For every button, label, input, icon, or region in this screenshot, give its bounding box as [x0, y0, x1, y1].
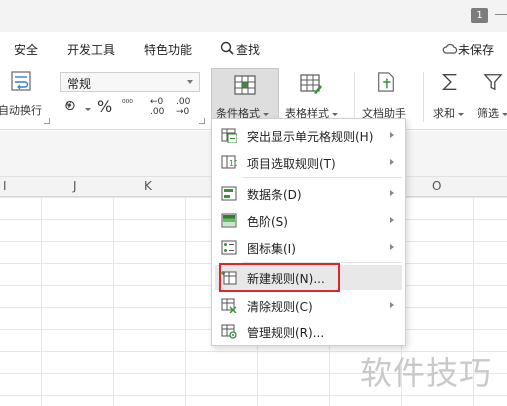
conditional-format-menu: 突出显示单元格规则(H) 10 项目选取规则(T) 数据条(D) 色阶(S) 图… [211, 118, 406, 346]
filter-icon[interactable] [482, 72, 504, 92]
column-header-k[interactable]: K [144, 179, 152, 193]
chevron-down-icon [187, 80, 193, 84]
submenu-arrow-icon [390, 190, 394, 196]
column-header-i[interactable]: I [3, 179, 7, 193]
table-style-icon[interactable] [300, 74, 322, 94]
wrap-text-label[interactable]: 自动换行 [0, 102, 42, 118]
menu-item-color-scale[interactable]: 色阶(S) [215, 208, 402, 233]
submenu-arrow-icon [390, 244, 394, 250]
cloud-icon[interactable] [442, 43, 458, 54]
menu-separator [242, 177, 402, 178]
wrap-text-icon[interactable] [6, 70, 34, 94]
document-assistant-icon[interactable] [375, 72, 397, 92]
number-launcher-icon[interactable] [199, 118, 205, 124]
menu-item-top-bottom-rules[interactable]: 10 项目选取规则(T) [215, 150, 402, 175]
ribbon-divider [354, 72, 355, 122]
column-header-j[interactable]: J [73, 179, 77, 193]
thousands-button[interactable]: ⁰⁰⁰ [122, 99, 133, 109]
menu-item-manage-rules[interactable]: 管理规则(R)... [215, 319, 402, 344]
sum-icon[interactable] [439, 72, 461, 92]
clear-rules-icon [221, 298, 237, 313]
data-bars-icon [221, 186, 237, 201]
conditional-format-icon [234, 75, 256, 95]
number-format-select[interactable]: 常规 [60, 72, 200, 92]
watermark-text: 软件技巧 [360, 354, 493, 392]
menu-bar: 安全 开发工具 特色功能 查找 未保存 [0, 32, 507, 64]
tab-find[interactable]: 查找 [236, 41, 260, 58]
menu-item-clear-rules[interactable]: 清除规则(C) [215, 293, 402, 318]
alignment-launcher-icon[interactable] [44, 118, 50, 124]
ribbon-divider [423, 72, 424, 122]
color-scale-icon [221, 213, 237, 228]
submenu-arrow-icon [390, 132, 394, 138]
highlight-cells-icon [221, 128, 237, 143]
currency-dropdown-icon [82, 102, 91, 116]
tab-security[interactable]: 安全 [14, 41, 38, 58]
column-header-o[interactable]: O [432, 179, 441, 193]
window-count-badge[interactable]: 1 [471, 8, 488, 23]
increase-decimal-button[interactable]: ←0 .00 [150, 97, 174, 117]
tab-developer-tools[interactable]: 开发工具 [67, 41, 115, 58]
highlight-annotation-box [219, 263, 340, 292]
tab-special-features[interactable]: 特色功能 [144, 41, 192, 58]
search-icon[interactable] [220, 41, 234, 55]
submenu-arrow-icon [390, 302, 394, 308]
menu-item-icon-sets[interactable]: 图标集(I) [215, 235, 402, 260]
sum-label[interactable]: 求和 [433, 105, 464, 121]
menu-item-data-bars[interactable]: 数据条(D) [215, 181, 402, 206]
title-bar: 1 [0, 0, 507, 32]
filter-label[interactable]: 筛选 [477, 105, 507, 121]
currency-symbol: ¥ [66, 101, 72, 111]
manage-rules-icon [221, 324, 237, 339]
svg-text:10: 10 [229, 159, 237, 168]
percent-button[interactable]: % [97, 97, 112, 116]
number-format-value: 常规 [67, 77, 92, 91]
decrease-decimal-button[interactable]: .00 →0 [176, 97, 200, 117]
submenu-arrow-icon [390, 159, 394, 165]
submenu-arrow-icon [390, 217, 394, 223]
menu-item-highlight-cell-rules[interactable]: 突出显示单元格规则(H) [215, 123, 402, 148]
minimize-icon[interactable] [495, 14, 507, 15]
top-bottom-icon: 10 [221, 155, 237, 169]
unsaved-status[interactable]: 未保存 [458, 41, 494, 58]
icon-sets-icon [221, 240, 237, 255]
